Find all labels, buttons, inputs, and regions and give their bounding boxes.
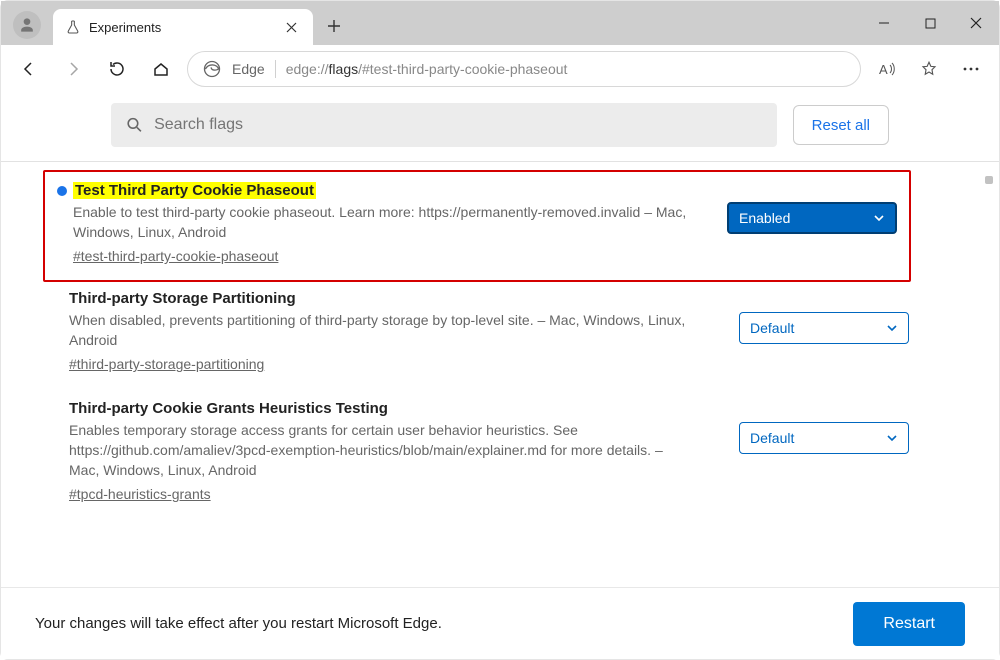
nav-back-button[interactable]	[11, 51, 47, 87]
flag-select[interactable]: Default	[739, 312, 909, 344]
flag-text: Test Third Party Cookie Phaseout Enable …	[73, 182, 699, 266]
tab-title: Experiments	[89, 20, 275, 35]
nav-forward-button	[55, 51, 91, 87]
flag-select-value: Default	[750, 430, 794, 446]
address-bar-site-label: Edge	[232, 61, 265, 77]
read-aloud-icon: A	[877, 59, 897, 79]
page-content: Reset all Test Third Party Cookie Phaseo…	[1, 93, 999, 659]
flag-item: Test Third Party Cookie Phaseout Enable …	[43, 170, 911, 282]
flag-text: Third-party Cookie Grants Heuristics Tes…	[69, 400, 711, 504]
flag-anchor-link[interactable]: #third-party-storage-partitioning	[69, 356, 264, 372]
flag-control: Default	[739, 290, 909, 344]
window-close-button[interactable]	[953, 1, 999, 45]
tab-close-button[interactable]	[283, 19, 299, 35]
flask-icon	[65, 19, 81, 35]
window-minimize-button[interactable]	[861, 1, 907, 45]
flag-title: Third-party Cookie Grants Heuristics Tes…	[69, 400, 711, 417]
window-titlebar: Experiments	[1, 1, 999, 45]
search-input[interactable]	[154, 116, 763, 134]
refresh-button[interactable]	[99, 51, 135, 87]
plus-icon	[327, 19, 341, 33]
more-icon	[962, 66, 980, 72]
flag-select[interactable]: Enabled	[727, 202, 897, 234]
refresh-icon	[108, 60, 126, 78]
flag-select-value: Default	[750, 320, 794, 336]
browser-toolbar: Edge edge://flags/#test-third-party-cook…	[1, 45, 999, 93]
flag-anchor-link[interactable]: #test-third-party-cookie-phaseout	[73, 248, 278, 264]
restart-button[interactable]: Restart	[853, 602, 965, 646]
profile-avatar[interactable]	[13, 11, 41, 39]
address-bar-url: edge://flags/#test-third-party-cookie-ph…	[286, 61, 568, 77]
reset-all-button[interactable]: Reset all	[793, 105, 889, 145]
flags-list: Test Third Party Cookie Phaseout Enable …	[1, 162, 999, 522]
chevron-down-icon	[886, 432, 898, 444]
star-icon	[920, 60, 938, 78]
person-icon	[17, 15, 37, 35]
separator	[275, 60, 276, 78]
flag-title: Test Third Party Cookie Phaseout	[73, 182, 316, 199]
browser-tab[interactable]: Experiments	[53, 9, 313, 45]
search-row: Reset all	[1, 93, 999, 162]
svg-text:A: A	[879, 62, 888, 77]
more-button[interactable]	[953, 51, 989, 87]
search-box[interactable]	[111, 103, 777, 147]
flag-select-value: Enabled	[739, 210, 790, 226]
minimize-icon	[878, 17, 890, 29]
window-maximize-button[interactable]	[907, 1, 953, 45]
flag-control: Default	[739, 400, 909, 454]
edge-icon	[202, 59, 222, 79]
flag-item: Third-party Storage Partitioning When di…	[69, 282, 909, 392]
flag-select[interactable]: Default	[739, 422, 909, 454]
close-icon	[286, 22, 297, 33]
flag-description: Enables temporary storage access grants …	[69, 421, 689, 480]
chevron-down-icon	[873, 212, 885, 224]
search-icon	[125, 115, 144, 135]
read-aloud-button[interactable]: A	[869, 51, 905, 87]
flag-title: Third-party Storage Partitioning	[69, 290, 711, 307]
flag-item: Third-party Cookie Grants Heuristics Tes…	[69, 392, 909, 522]
arrow-left-icon	[20, 60, 38, 78]
flag-text: Third-party Storage Partitioning When di…	[69, 290, 711, 374]
flag-control: Enabled	[727, 182, 897, 234]
chevron-down-icon	[886, 322, 898, 334]
window-controls	[861, 1, 999, 45]
flag-anchor-link[interactable]: #tpcd-heuristics-grants	[69, 486, 211, 502]
modified-dot-icon	[57, 186, 67, 196]
flag-description: Enable to test third-party cookie phaseo…	[73, 203, 693, 242]
arrow-right-icon	[64, 60, 82, 78]
flag-description: When disabled, prevents partitioning of …	[69, 311, 689, 350]
close-icon	[970, 17, 982, 29]
restart-footer: Your changes will take effect after you …	[1, 587, 999, 659]
address-bar[interactable]: Edge edge://flags/#test-third-party-cook…	[187, 51, 861, 87]
new-tab-button[interactable]	[317, 9, 351, 43]
restart-message: Your changes will take effect after you …	[35, 615, 442, 632]
home-icon	[152, 60, 170, 78]
maximize-icon	[925, 18, 936, 29]
toolbar-right: A	[869, 51, 989, 87]
home-button[interactable]	[143, 51, 179, 87]
favorite-button[interactable]	[911, 51, 947, 87]
scrollbar-thumb[interactable]	[985, 176, 993, 184]
